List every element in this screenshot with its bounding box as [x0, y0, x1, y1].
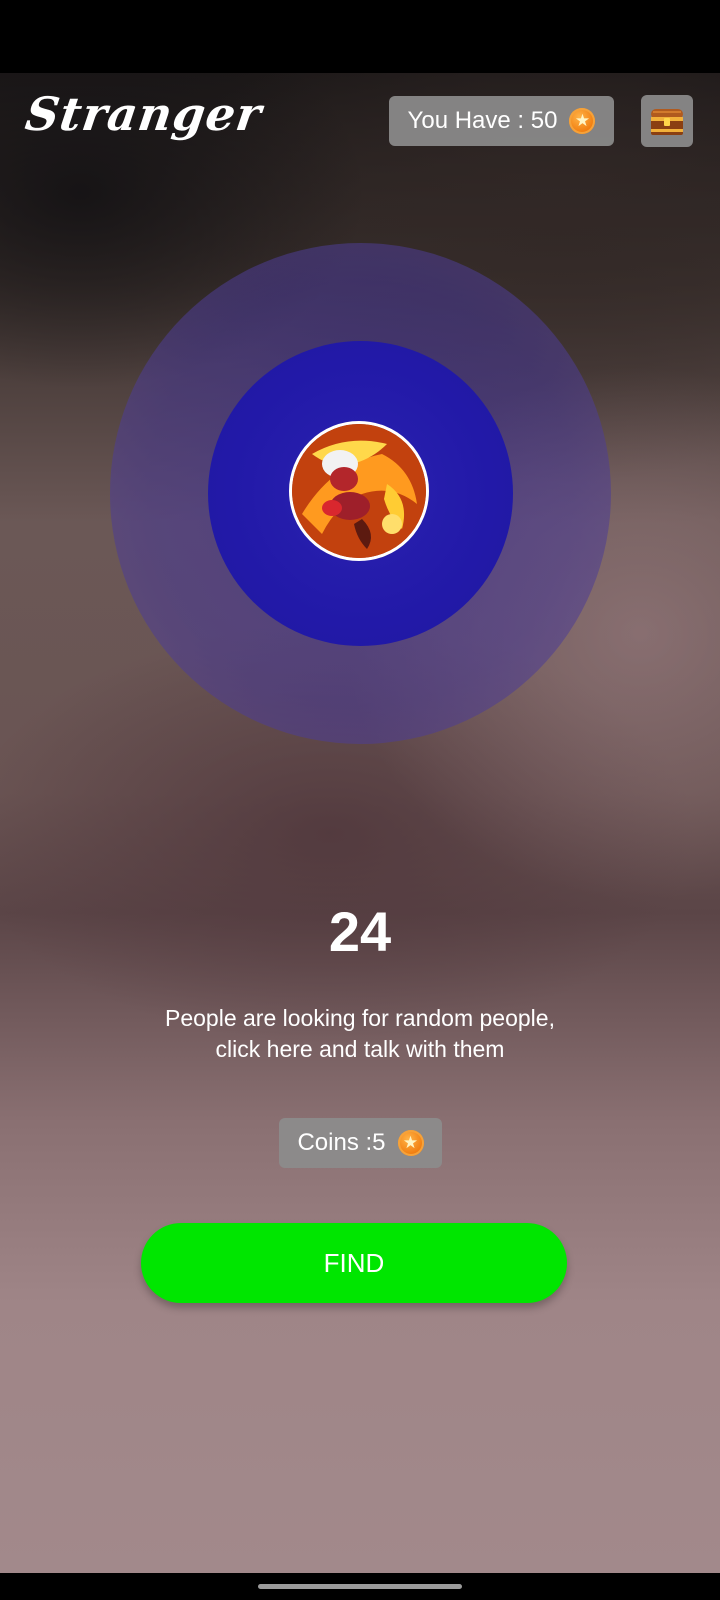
- main-content: Stranger You Have : 50 ★ 24 People are l…: [0, 73, 720, 1573]
- coin-balance-badge: You Have : 50: [389, 96, 614, 146]
- online-count: 24: [328, 900, 392, 963]
- avatar[interactable]: [289, 421, 429, 561]
- app-title: Stranger: [22, 87, 266, 141]
- find-cost-badge: Coins :5: [279, 1118, 442, 1168]
- coin-icon: [569, 108, 596, 134]
- description-line-2: click here and talk with them: [215, 1036, 505, 1062]
- status-bar: [0, 0, 720, 73]
- screen: Stranger You Have : 50 ★ 24 People are l…: [0, 0, 720, 1600]
- description-line-1: People are looking for random people,: [165, 1005, 555, 1031]
- home-indicator[interactable]: [258, 1584, 462, 1589]
- navigation-bar: [0, 1573, 720, 1600]
- avatar-icon: [292, 424, 426, 558]
- find-cost-label: Coins :5: [297, 1129, 386, 1156]
- coin-icon: [397, 1130, 424, 1156]
- coin-balance-label: You Have : 50: [407, 107, 558, 134]
- find-button[interactable]: FIND: [141, 1223, 567, 1303]
- treasure-chest-icon: [651, 109, 683, 135]
- description-text: People are looking for random people, cl…: [110, 1003, 610, 1065]
- treasure-chest-button[interactable]: [641, 95, 693, 147]
